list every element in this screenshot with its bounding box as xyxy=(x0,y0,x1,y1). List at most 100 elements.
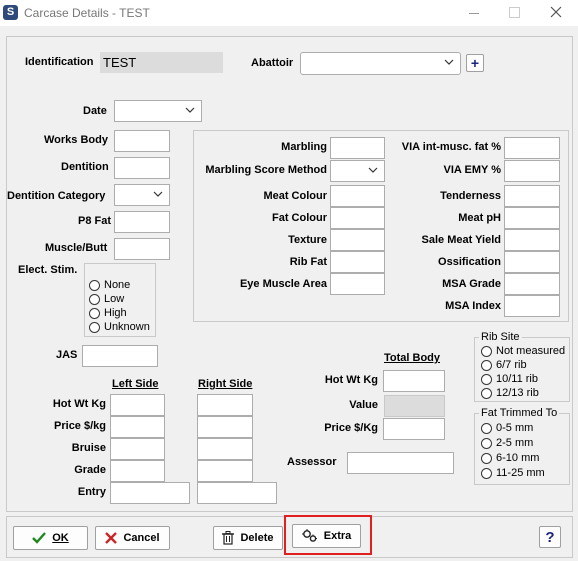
delete-label: Delete xyxy=(240,532,274,544)
msa-index-input[interactable] xyxy=(504,295,560,317)
total-hot-wt-kg-label: Hot Wt Kg xyxy=(324,374,378,386)
elect-stim-option-low[interactable]: Low xyxy=(89,292,124,306)
gears-icon xyxy=(301,529,318,543)
texture-input[interactable] xyxy=(330,229,385,251)
left-grade-input[interactable] xyxy=(110,460,165,482)
radio-circle[interactable] xyxy=(481,387,492,399)
msa-grade-label: MSA Grade xyxy=(442,278,501,290)
elect-stim-option-unknown[interactable]: Unknown xyxy=(89,320,150,334)
identification-value: TEST xyxy=(103,55,137,70)
fat-trimmed-option-6-10[interactable]: 6-10 mm xyxy=(481,451,539,465)
right-hot-wt-input[interactable] xyxy=(197,394,253,416)
rib-fat-label: Rib Fat xyxy=(289,256,327,268)
radio-circle[interactable] xyxy=(89,307,100,319)
left-hot-wt-input[interactable] xyxy=(110,394,165,416)
elect-stim-option-none[interactable]: None xyxy=(89,278,130,292)
works-body-input[interactable] xyxy=(114,130,170,152)
close-icon[interactable] xyxy=(549,5,563,19)
add-abattoir-button[interactable]: + xyxy=(466,54,484,72)
delete-button[interactable]: Delete xyxy=(213,526,283,550)
right-price-input[interactable] xyxy=(197,416,253,438)
chevron-down-icon xyxy=(368,167,378,173)
check-icon xyxy=(32,532,47,544)
radio-circle[interactable] xyxy=(89,321,100,333)
date-select[interactable] xyxy=(114,100,202,122)
left-entry-input[interactable] xyxy=(110,482,190,504)
extra-label: Extra xyxy=(323,530,352,542)
total-hot-wt-input[interactable] xyxy=(383,370,445,392)
muscle-butt-label: Muscle/Butt xyxy=(45,242,108,254)
option-label: 6/7 rib xyxy=(496,359,527,371)
rib-fat-input[interactable] xyxy=(330,251,385,273)
dentition-category-select[interactable] xyxy=(114,184,170,206)
rib-site-title: Rib Site xyxy=(479,331,522,343)
right-bruise-input[interactable] xyxy=(197,438,253,460)
option-label: Unknown xyxy=(104,321,150,333)
meat-ph-input[interactable] xyxy=(504,207,560,229)
cancel-button[interactable]: Cancel xyxy=(95,526,170,550)
right-entry-input[interactable] xyxy=(197,482,277,504)
radio-circle[interactable] xyxy=(481,467,492,479)
eye-muscle-area-input[interactable] xyxy=(330,273,385,295)
value-field xyxy=(384,395,445,417)
marbling-score-method-label: Marbling Score Method xyxy=(205,164,327,176)
via-int-musc-fat-label: VIA int-musc. fat % xyxy=(401,141,501,153)
radio-circle[interactable] xyxy=(481,359,492,371)
radio-circle[interactable] xyxy=(481,373,492,385)
radio-circle[interactable] xyxy=(481,437,492,449)
fat-trimmed-option-2-5[interactable]: 2-5 mm xyxy=(481,436,533,450)
app-icon: S xyxy=(3,5,18,20)
rib-site-option-10-11[interactable]: 10/11 rib xyxy=(481,372,538,386)
msa-grade-input[interactable] xyxy=(504,273,560,295)
radio-circle[interactable] xyxy=(89,279,100,291)
rib-site-option-not-measured[interactable]: Not measured xyxy=(481,344,565,358)
dentition-label: Dentition xyxy=(61,161,109,173)
via-int-musc-fat-input[interactable] xyxy=(504,137,560,159)
elect-stim-option-high[interactable]: High xyxy=(89,306,127,320)
fat-trimmed-option-11-25[interactable]: 11-25 mm xyxy=(481,466,545,480)
help-button[interactable]: ? xyxy=(539,526,561,548)
jas-input[interactable] xyxy=(82,345,158,367)
bruise-label: Bruise xyxy=(71,442,106,454)
assessor-input[interactable] xyxy=(347,452,454,474)
sale-meat-yield-input[interactable] xyxy=(504,229,560,251)
dentition-category-label: Dentition Category xyxy=(7,190,106,202)
grade-label: Grade xyxy=(74,464,106,476)
muscle-butt-input[interactable] xyxy=(114,238,170,260)
rib-site-option-12-13[interactable]: 12/13 rib xyxy=(481,386,539,400)
dentition-input[interactable] xyxy=(114,157,170,179)
marbling-score-method-select[interactable] xyxy=(330,160,385,182)
ok-button[interactable]: OK xyxy=(13,526,88,550)
option-label: High xyxy=(104,307,127,319)
radio-circle[interactable] xyxy=(89,293,100,305)
price-per-kg-label: Price $/Kg xyxy=(324,422,378,434)
option-label: 6-10 mm xyxy=(496,452,540,464)
ossification-label: Ossification xyxy=(438,256,501,268)
left-bruise-input[interactable] xyxy=(110,438,165,460)
p8-fat-input[interactable] xyxy=(114,211,170,233)
rib-site-option-6-7[interactable]: 6/7 rib xyxy=(481,358,527,372)
date-label: Date xyxy=(83,105,107,117)
marbling-label: Marbling xyxy=(281,141,327,153)
title-bar: S Carcase Details - TEST xyxy=(0,0,578,26)
radio-circle[interactable] xyxy=(481,452,492,464)
fat-trimmed-option-0-5[interactable]: 0-5 mm xyxy=(481,421,533,435)
fat-colour-input[interactable] xyxy=(330,207,385,229)
abattoir-select[interactable] xyxy=(300,52,461,75)
extra-button[interactable]: Extra xyxy=(292,524,361,548)
right-side-heading: Right Side xyxy=(198,378,253,390)
right-grade-input[interactable] xyxy=(197,460,253,482)
via-emy-input[interactable] xyxy=(504,160,560,182)
minimize-icon[interactable] xyxy=(469,13,479,14)
meat-colour-input[interactable] xyxy=(330,185,385,207)
ossification-input[interactable] xyxy=(504,251,560,273)
left-price-input[interactable] xyxy=(110,416,165,438)
ok-label: OK xyxy=(52,532,69,544)
tenderness-input[interactable] xyxy=(504,185,560,207)
window-title: Carcase Details - TEST xyxy=(24,6,150,20)
total-price-input[interactable] xyxy=(383,418,445,440)
radio-circle[interactable] xyxy=(481,345,492,357)
marbling-input[interactable] xyxy=(330,137,385,159)
abattoir-label: Abattoir xyxy=(251,57,294,69)
radio-circle[interactable] xyxy=(481,422,492,434)
